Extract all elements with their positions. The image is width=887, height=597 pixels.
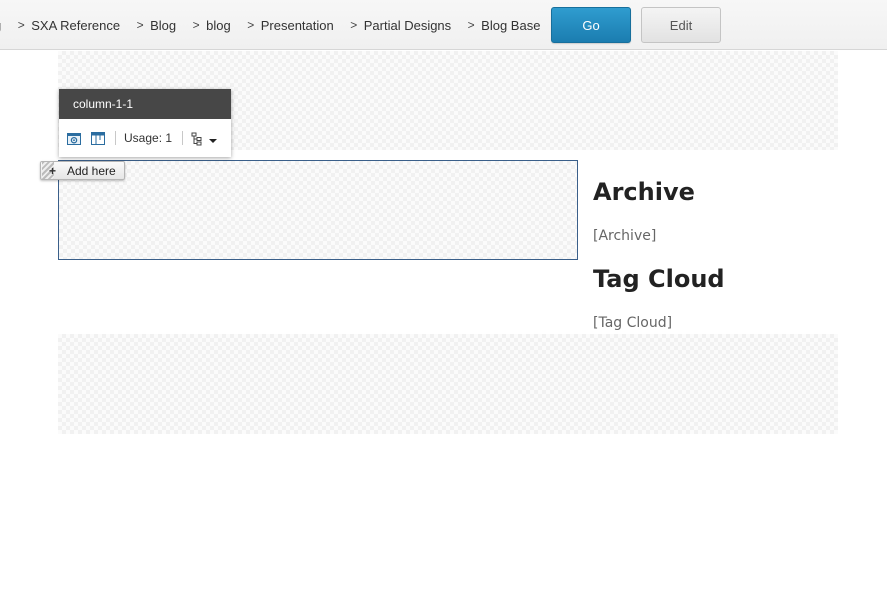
add-here-label: Add here xyxy=(67,163,116,178)
chrome-tools: Usage: 1 xyxy=(59,119,231,157)
breadcrumb-label[interactable]: Partial Designs xyxy=(364,18,451,33)
chevron-right-icon: > xyxy=(247,18,255,32)
breadcrumb-label[interactable]: Blog xyxy=(150,18,176,33)
tag-cloud-placeholder[interactable]: [Tag Cloud] xyxy=(593,315,672,331)
tree-icon[interactable] xyxy=(191,132,205,145)
divider xyxy=(182,131,184,145)
edit-button[interactable]: Edit xyxy=(641,7,721,43)
breadcrumb-label[interactable]: Presentation xyxy=(261,18,334,33)
breadcrumb-item[interactable]: > Presentation xyxy=(241,18,344,33)
chrome-title: column-1-1 xyxy=(59,89,231,119)
archive-heading: Archive xyxy=(593,178,695,206)
breadcrumb-label[interactable]: blog xyxy=(206,18,231,33)
chrome-toolbar: column-1-1 Usage: 1 xyxy=(59,89,231,157)
chevron-down-icon[interactable] xyxy=(209,139,218,143)
chevron-right-icon: > xyxy=(467,18,475,32)
breadcrumb-item[interactable]: > Blog xyxy=(130,18,186,33)
breadcrumb: g > SXA Reference > Blog > blog > Presen… xyxy=(0,0,570,50)
breadcrumb-item[interactable]: > blog xyxy=(186,18,241,33)
chevron-right-icon: > xyxy=(192,18,200,32)
chevron-right-icon: > xyxy=(350,18,358,32)
breadcrumb-label[interactable]: SXA Reference xyxy=(31,18,120,33)
breadcrumb-item[interactable]: > SXA Reference xyxy=(11,18,130,33)
tag-cloud-heading: Tag Cloud xyxy=(593,265,725,293)
breadcrumb-toolbar: g > SXA Reference > Blog > blog > Presen… xyxy=(0,0,887,50)
usage-count: Usage: 1 xyxy=(124,131,173,145)
add-here-button[interactable]: + Add here xyxy=(40,161,125,180)
archive-placeholder[interactable]: [Archive] xyxy=(593,228,656,244)
breadcrumb-item[interactable]: > Blog Base xyxy=(461,18,550,33)
breadcrumb-label[interactable]: g xyxy=(0,18,1,33)
column-placeholder[interactable] xyxy=(58,160,578,260)
breadcrumb-item[interactable]: g xyxy=(0,18,11,33)
divider xyxy=(115,131,116,145)
chevron-right-icon: > xyxy=(136,18,144,32)
plus-icon: + xyxy=(49,163,57,178)
layout-icon[interactable] xyxy=(91,131,105,145)
go-button[interactable]: Go xyxy=(551,7,631,43)
placeholder-bottom[interactable] xyxy=(58,334,838,434)
breadcrumb-item[interactable]: > Partial Designs xyxy=(344,18,461,33)
properties-icon[interactable] xyxy=(67,132,81,145)
breadcrumb-label[interactable]: Blog Base xyxy=(481,18,540,33)
chevron-right-icon: > xyxy=(17,18,25,32)
